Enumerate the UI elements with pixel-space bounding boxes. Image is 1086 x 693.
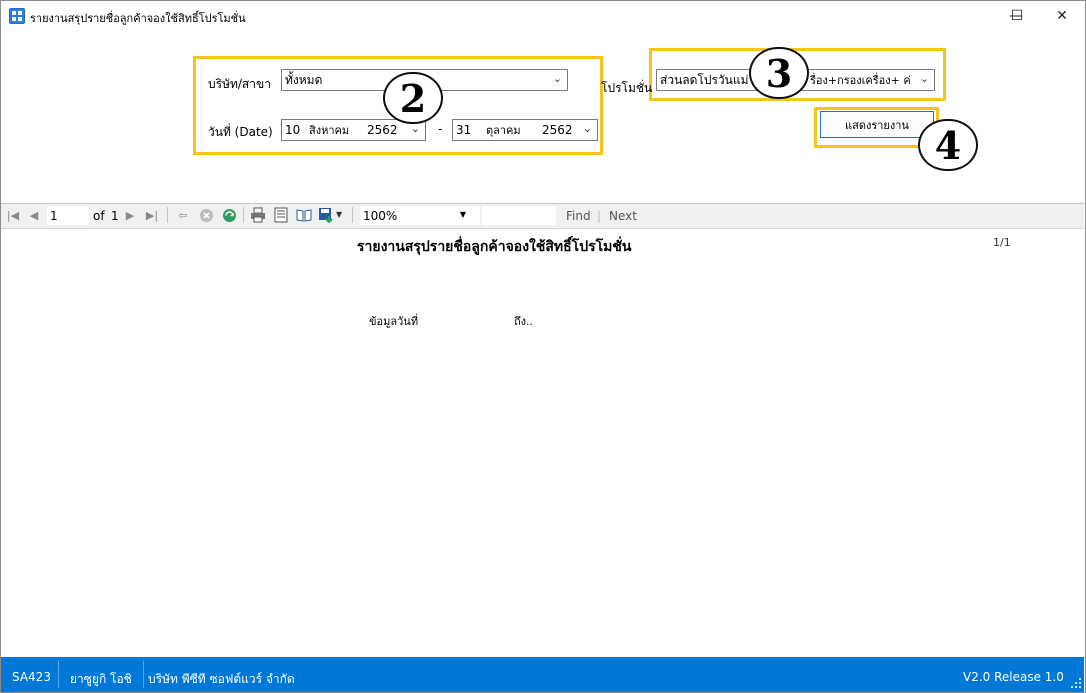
promotion-label: โปรโมชั่น <box>601 81 653 95</box>
print-layout-icon[interactable] <box>273 207 289 223</box>
back-icon[interactable]: ⇦ <box>175 207 191 223</box>
previous-page-icon[interactable]: ◀ <box>26 207 42 223</box>
date-to-year: 2562 <box>542 123 573 137</box>
last-page-icon[interactable]: ▶| <box>144 207 160 223</box>
promotion-value-right: รื่อง+กรองเครื่อง+ ค่ <box>810 74 911 87</box>
resize-grip-icon[interactable] <box>1070 677 1082 689</box>
date-to-picker[interactable]: 31 ตุลาคม 2562 ⌄ <box>452 119 598 141</box>
toolbar-divider <box>243 207 244 223</box>
find-link[interactable]: Find <box>566 209 591 223</box>
app-icon <box>9 8 25 24</box>
date-to-day: 31 <box>456 123 472 137</box>
annotation-badge-4: 4 <box>918 119 978 171</box>
status-company: บริษัท พีซีที ซอฟต์แวร์ จำกัด <box>148 672 295 686</box>
maximize-button[interactable]: ☐ <box>994 1 1040 31</box>
page-setup-icon[interactable] <box>296 207 312 223</box>
total-pages-label: 1 <box>111 209 119 223</box>
minimize-button-2[interactable] <box>947 1 993 31</box>
status-user: ยาซูยูกิ โอชิ <box>70 672 132 686</box>
zoom-value: 100% <box>363 208 398 223</box>
report-date-to-label: ถึง.. <box>514 315 534 328</box>
status-divider <box>58 661 59 688</box>
export-icon[interactable] <box>318 207 334 223</box>
status-version: V2.0 Release 1.0 <box>963 670 1064 684</box>
status-divider <box>143 661 144 688</box>
chevron-down-icon: ▼ <box>459 210 466 219</box>
date-from-month: สิงหาคม <box>309 124 350 137</box>
close-button[interactable]: ✕ <box>1039 1 1085 31</box>
stop-icon[interactable] <box>198 207 214 223</box>
print-icon[interactable] <box>250 207 266 223</box>
date-from-year: 2562 <box>367 123 398 137</box>
chevron-down-icon: ⌄ <box>919 72 929 85</box>
window-title: รายงานสรุปรายชื่อลูกค้าจองใช้สิทธิ์โปรโม… <box>30 12 246 25</box>
page-of-label: of <box>93 209 105 223</box>
find-input[interactable] <box>482 206 556 225</box>
chevron-down-icon: ⌄ <box>582 122 592 135</box>
date-separator: - <box>438 122 443 136</box>
next-page-icon[interactable]: ▶ <box>122 207 138 223</box>
report-title: รายงานสรุปรายชื่อลูกค้าจองใช้สิทธิ์โปรโม… <box>357 239 632 255</box>
zoom-select[interactable]: 100% ▼ <box>360 206 480 225</box>
company-select-value: ทั้งหมด <box>285 72 323 87</box>
refresh-icon[interactable] <box>221 207 237 223</box>
status-code: SA423 <box>12 670 51 684</box>
find-divider: | <box>597 209 602 223</box>
next-link[interactable]: Next <box>609 209 637 223</box>
show-report-button[interactable]: แสดงรายงาน <box>820 111 934 138</box>
company-label: บริษัท/สาขา <box>208 77 271 91</box>
toolbar-divider <box>167 207 168 223</box>
toolbar-divider <box>352 207 353 223</box>
date-label: วันที่ (Date) <box>208 125 273 139</box>
annotation-badge-3: 3 <box>749 47 809 99</box>
date-from-day: 10 <box>285 123 301 137</box>
date-to-month: ตุลาคม <box>486 124 521 137</box>
chevron-down-icon: ⌄ <box>552 72 562 85</box>
first-page-icon[interactable]: |◀ <box>5 207 21 223</box>
report-date-from-label: ข้อมูลวันที่ <box>369 315 419 328</box>
export-dropdown-icon[interactable]: ▼ <box>336 210 342 219</box>
report-page-indicator: 1/1 <box>993 236 1011 249</box>
current-page-input[interactable]: 1 <box>47 206 89 225</box>
annotation-badge-2: 2 <box>383 72 443 124</box>
